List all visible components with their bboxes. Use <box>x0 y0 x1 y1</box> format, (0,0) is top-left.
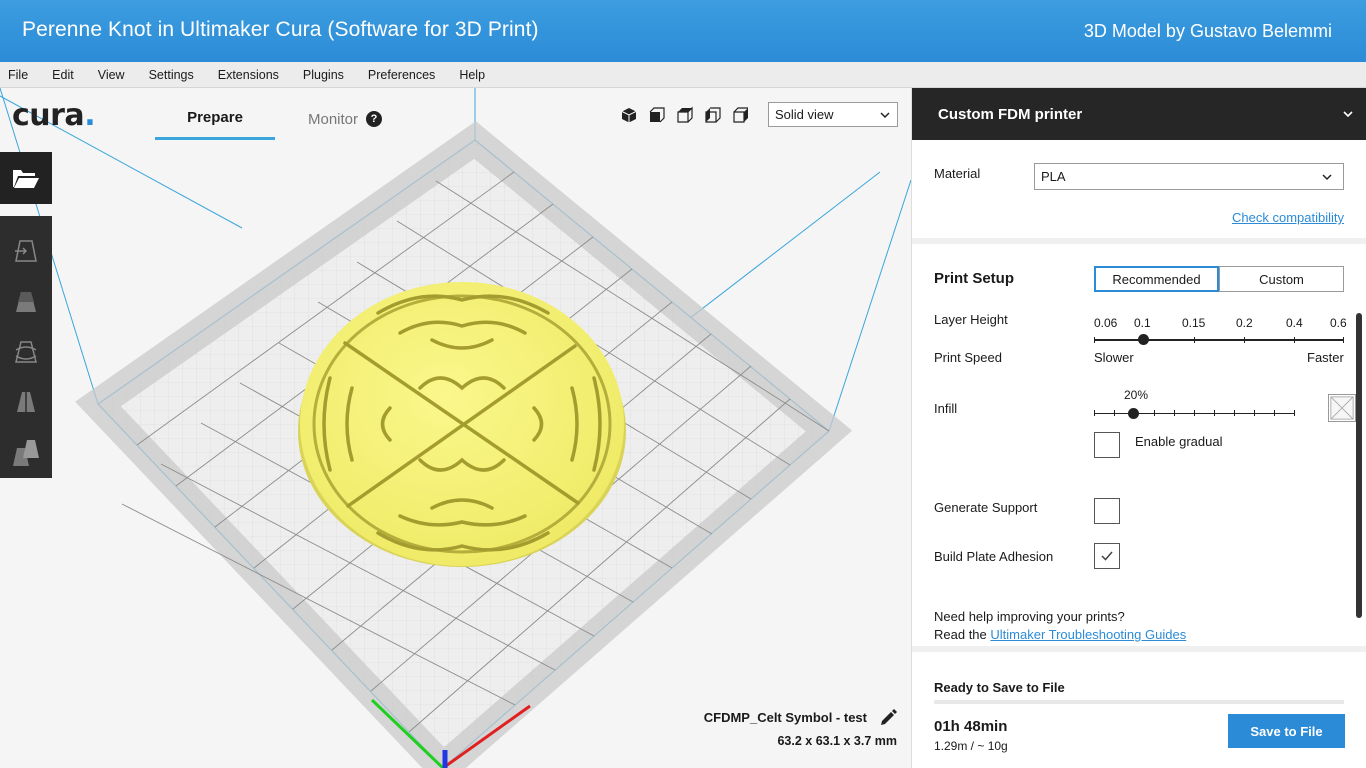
checkmark-icon <box>1101 551 1113 561</box>
material-value: PLA <box>1041 169 1066 184</box>
setup-mode-toggle: Recommended Custom <box>1094 266 1344 292</box>
menu-preferences[interactable]: Preferences <box>368 68 444 82</box>
build-plate-scene[interactable] <box>0 88 911 768</box>
layer-height-option: 0.06 <box>1094 316 1118 330</box>
3d-view-icon[interactable] <box>620 106 638 124</box>
build-plate-adhesion-checkbox[interactable] <box>1094 543 1120 569</box>
model-name: CFDMP_Celt Symbol - test <box>704 708 897 726</box>
infill-label: Infill <box>934 401 958 416</box>
tool-column <box>0 152 52 478</box>
generate-support-label: Generate Support <box>934 500 1038 515</box>
custom-button[interactable]: Custom <box>1219 266 1344 292</box>
material-usage: 1.29m / ~ 10g <box>934 739 1008 753</box>
help-line-2-prefix: Read the <box>934 627 991 642</box>
check-compatibility-link[interactable]: Check compatibility <box>1232 210 1344 225</box>
camera-views <box>620 106 750 124</box>
celt-symbol-model[interactable] <box>298 282 626 567</box>
speed-faster-label: Faster <box>1307 350 1344 365</box>
material-select[interactable]: PLA <box>1034 163 1344 190</box>
menu-edit[interactable]: Edit <box>52 68 83 82</box>
ready-status: Ready to Save to File <box>934 680 1065 695</box>
right-view-icon[interactable] <box>732 106 750 124</box>
move-tool-icon <box>15 240 37 262</box>
left-view-icon[interactable] <box>704 106 722 124</box>
settings-panel: Custom FDM printer Material PLA Check co… <box>911 88 1366 768</box>
scale-tool-icon <box>16 291 36 312</box>
banner-credit: 3D Model by Gustavo Belemmi <box>1083 21 1332 41</box>
print-setup-title: Print Setup <box>934 270 1015 287</box>
tab-prepare[interactable]: Prepare <box>155 98 275 140</box>
infill-pattern-icon <box>1328 394 1356 422</box>
scale-tool-button[interactable] <box>0 276 52 326</box>
banner-title: Perenne Knot in Ultimaker Cura (Software… <box>22 18 539 41</box>
chevron-down-icon <box>1322 174 1332 181</box>
layer-height-option: 0.1 <box>1134 316 1151 330</box>
help-line-1: Need help improving your prints? <box>934 609 1125 624</box>
layer-height-label: Layer Height <box>934 312 1008 327</box>
per-model-settings-button[interactable] <box>0 428 52 478</box>
speed-slower-label: Slower <box>1094 350 1134 365</box>
progress-bar <box>934 700 1344 704</box>
rotate-tool-icon <box>15 341 37 363</box>
save-section: Ready to Save to File 01h 48min 1.29m / … <box>912 646 1366 768</box>
per-model-settings-icon <box>13 439 39 466</box>
panel-scrollbar[interactable] <box>1356 313 1362 618</box>
3d-viewport[interactable]: cura. Prepare Monitor ? Solid view CFDMP… <box>0 88 911 768</box>
menu-view[interactable]: View <box>98 68 134 82</box>
front-view-icon[interactable] <box>648 106 666 124</box>
printer-selector[interactable]: Custom FDM printer <box>912 88 1366 140</box>
layer-height-knob[interactable] <box>1138 334 1149 345</box>
model-name-text: CFDMP_Celt Symbol - test <box>703 709 867 725</box>
chevron-down-icon <box>1343 111 1353 118</box>
menu-plugins[interactable]: Plugins <box>303 68 353 82</box>
tab-monitor-label: Monitor <box>307 110 359 128</box>
enable-gradual-checkbox[interactable] <box>1094 432 1120 458</box>
menu-help[interactable]: Help <box>459 68 494 82</box>
help-icon[interactable]: ? <box>366 111 383 127</box>
menu-extensions[interactable]: Extensions <box>218 68 288 82</box>
infill-value: 20% <box>1124 388 1149 402</box>
layer-height-option: 0.6 <box>1330 316 1347 330</box>
open-file-button[interactable] <box>0 152 52 204</box>
recommended-button[interactable]: Recommended <box>1094 266 1219 292</box>
model-dimensions: 63.2 x 63.1 x 3.7 mm <box>777 734 897 748</box>
mirror-tool-icon <box>17 392 35 413</box>
save-to-file-button[interactable]: Save to File <box>1228 714 1345 748</box>
build-plate-adhesion-label: Build Plate Adhesion <box>934 549 1054 564</box>
mirror-tool-button[interactable] <box>0 377 52 427</box>
help-text: Need help improving your prints? Read th… <box>934 608 1186 644</box>
material-section: Material PLA <box>912 140 1366 244</box>
troubleshooting-guides-link[interactable]: Ultimaker Troubleshooting Guides <box>990 627 1186 642</box>
cura-logo: cura. <box>12 98 96 133</box>
menubar: File Edit View Settings Extensions Plugi… <box>0 62 1366 88</box>
material-label: Material <box>934 166 981 181</box>
generate-support-checkbox[interactable] <box>1094 498 1120 524</box>
move-tool-button[interactable] <box>0 226 52 276</box>
top-view-icon[interactable] <box>676 106 694 124</box>
view-mode-select[interactable]: Solid view <box>768 102 898 127</box>
tab-monitor[interactable]: Monitor ? <box>290 98 400 140</box>
title-banner: Perenne Knot in Ultimaker Cura (Software… <box>0 0 1366 62</box>
rotate-tool-button[interactable] <box>0 327 52 377</box>
menu-file[interactable]: File <box>8 68 37 82</box>
layer-height-option: 0.15 <box>1182 316 1206 330</box>
layer-height-option: 0.4 <box>1286 316 1303 330</box>
layer-height-option: 0.2 <box>1236 316 1253 330</box>
view-mode-value: Solid view <box>775 107 834 122</box>
pencil-icon[interactable] <box>879 708 897 726</box>
transform-tools <box>0 216 52 478</box>
tab-prepare-label: Prepare <box>187 109 243 126</box>
chevron-down-icon <box>880 112 890 119</box>
print-speed-label: Print Speed <box>934 350 1002 365</box>
printer-name: Custom FDM printer <box>938 105 1083 123</box>
menu-settings[interactable]: Settings <box>149 68 203 82</box>
enable-gradual-label: Enable gradual <box>1135 434 1223 449</box>
print-time: 01h 48min <box>934 718 1008 735</box>
infill-knob[interactable] <box>1128 408 1139 419</box>
open-file-icon <box>13 170 39 188</box>
